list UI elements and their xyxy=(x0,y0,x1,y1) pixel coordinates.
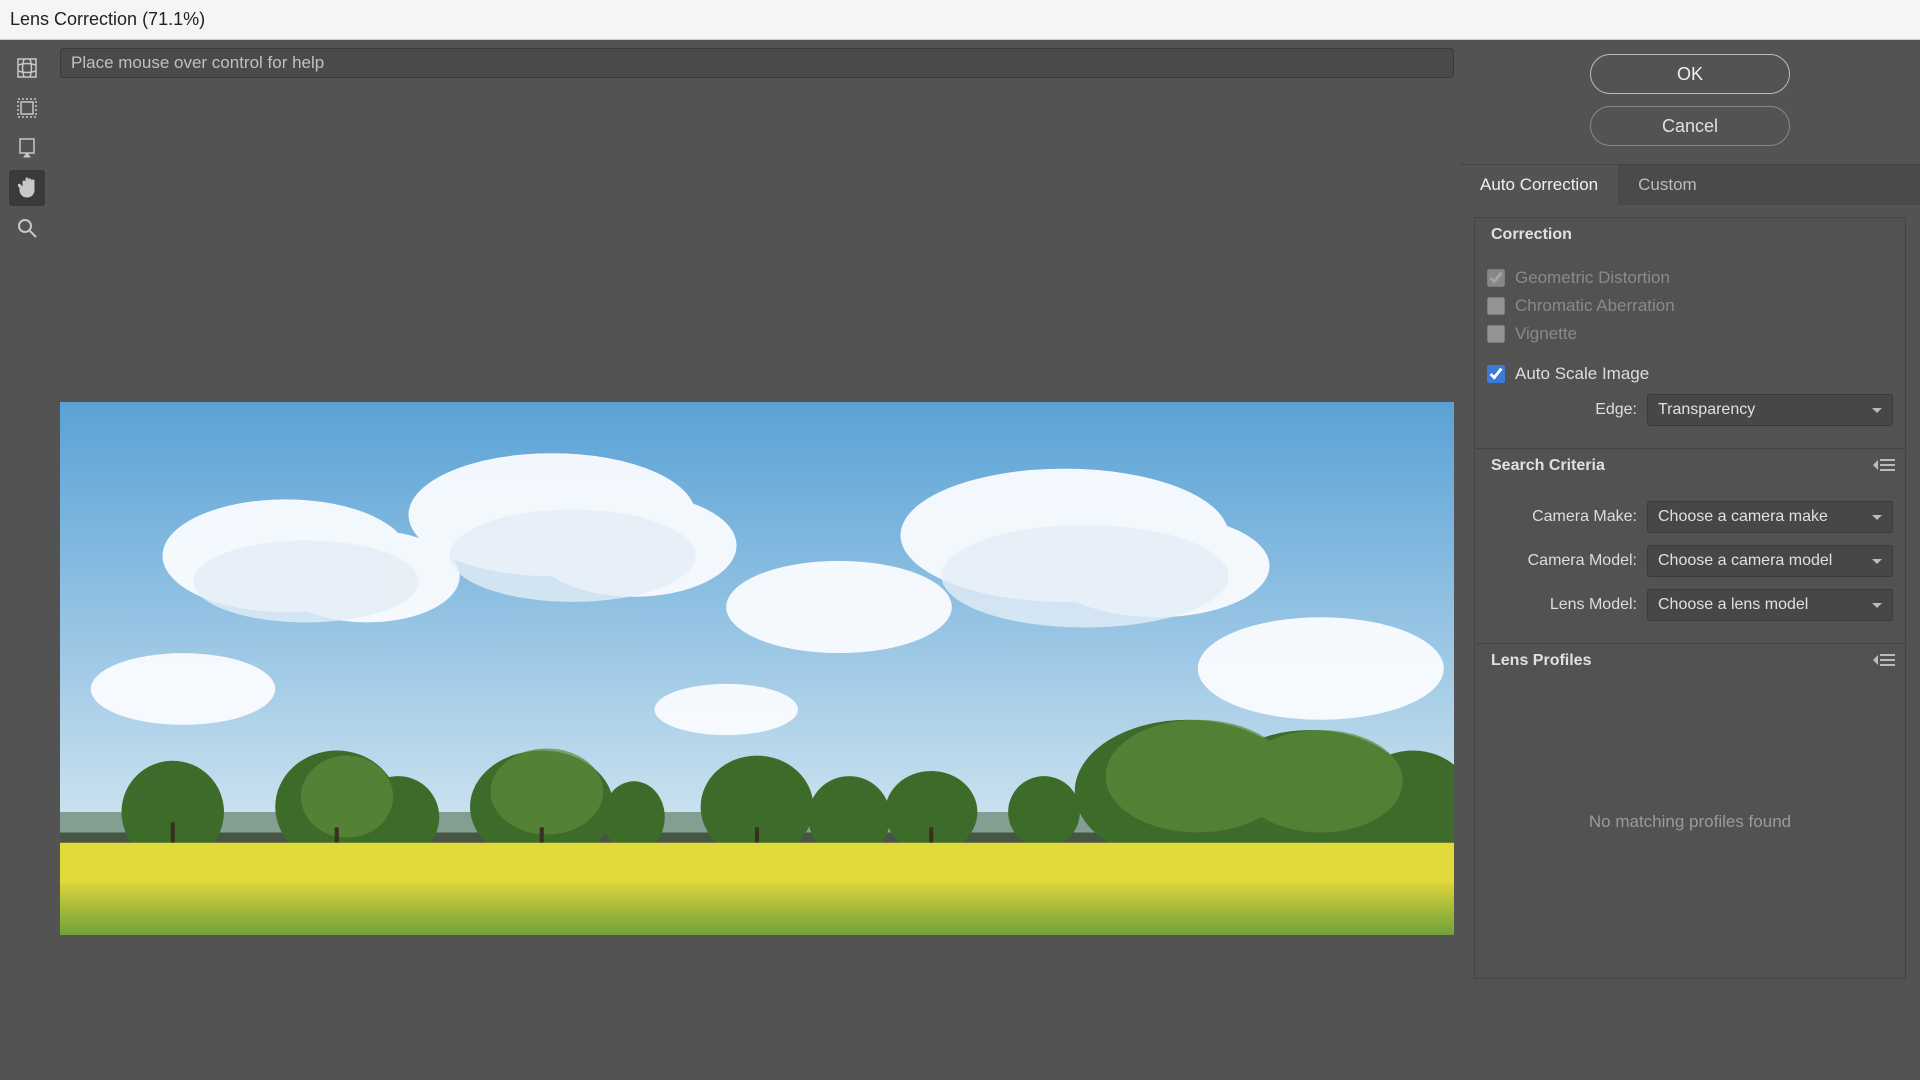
straighten-icon xyxy=(15,96,39,120)
camera-model-label: Camera Model: xyxy=(1487,552,1637,570)
auto-scale-checkbox[interactable] xyxy=(1487,365,1505,383)
main-layout: Place mouse over control for help xyxy=(0,40,1920,1080)
profiles-empty: No matching profiles found xyxy=(1487,682,1893,962)
camera-model-row: Camera Model: Choose a camera model xyxy=(1487,539,1893,583)
geometric-distortion-row: Geometric Distortion xyxy=(1487,264,1893,292)
lens-model-row: Lens Model: Choose a lens model xyxy=(1487,583,1893,627)
camera-make-row: Camera Make: Choose a camera make xyxy=(1487,495,1893,539)
chromatic-aberration-label: Chromatic Aberration xyxy=(1515,296,1675,316)
tool-strip xyxy=(0,40,54,1080)
window-title: Lens Correction (71.1%) xyxy=(10,9,205,30)
lens-model-select[interactable]: Choose a lens model xyxy=(1647,589,1893,621)
correction-title: Correction xyxy=(1487,226,1576,244)
chromatic-aberration-row: Chromatic Aberration xyxy=(1487,292,1893,320)
landscape-preview-icon xyxy=(60,402,1454,935)
flyout-menu-icon xyxy=(1873,457,1895,473)
move-grid-tool[interactable] xyxy=(9,130,45,166)
profiles-title: Lens Profiles xyxy=(1487,652,1595,670)
remove-distortion-tool[interactable] xyxy=(9,50,45,86)
cancel-button[interactable]: Cancel xyxy=(1590,106,1790,146)
move-grid-icon xyxy=(15,136,39,160)
hand-tool[interactable] xyxy=(9,170,45,206)
dialog-buttons: OK Cancel xyxy=(1460,54,1920,164)
tab-auto-label: Auto Correction xyxy=(1480,175,1598,194)
hand-icon xyxy=(15,176,39,200)
search-criteria-section: Search Criteria Camera Make: Choose a ca… xyxy=(1474,449,1906,644)
edge-label: Edge: xyxy=(1487,401,1637,419)
image-canvas[interactable] xyxy=(60,402,1454,935)
tab-custom[interactable]: Custom xyxy=(1618,165,1717,205)
auto-scale-label: Auto Scale Image xyxy=(1515,364,1649,384)
search-title: Search Criteria xyxy=(1487,457,1609,475)
straighten-tool[interactable] xyxy=(9,90,45,126)
edge-select[interactable]: Transparency xyxy=(1647,394,1893,426)
lens-model-label: Lens Model: xyxy=(1487,596,1637,614)
auto-scale-row[interactable]: Auto Scale Image xyxy=(1487,360,1893,388)
preview-area: Place mouse over control for help xyxy=(54,40,1460,1080)
camera-make-select[interactable]: Choose a camera make xyxy=(1647,501,1893,533)
tab-custom-label: Custom xyxy=(1638,175,1697,194)
tabs: Auto Correction Custom xyxy=(1460,164,1920,205)
geometric-distortion-label: Geometric Distortion xyxy=(1515,268,1670,288)
magnifier-icon xyxy=(15,216,39,240)
settings-panel: OK Cancel Auto Correction Custom Correct… xyxy=(1460,40,1920,1080)
canvas-wrap xyxy=(60,94,1454,1072)
tab-auto-correction[interactable]: Auto Correction xyxy=(1460,165,1618,205)
edge-row: Edge: Transparency xyxy=(1487,388,1893,432)
camera-model-select[interactable]: Choose a camera model xyxy=(1647,545,1893,577)
camera-model-value: Choose a camera model xyxy=(1658,552,1832,569)
ok-button[interactable]: OK xyxy=(1590,54,1790,94)
profiles-empty-text: No matching profiles found xyxy=(1589,812,1791,832)
geometric-distortion-checkbox xyxy=(1487,269,1505,287)
edge-value: Transparency xyxy=(1658,401,1755,418)
vignette-label: Vignette xyxy=(1515,324,1577,344)
vignette-checkbox xyxy=(1487,325,1505,343)
help-text: Place mouse over control for help xyxy=(71,53,324,73)
zoom-tool[interactable] xyxy=(9,210,45,246)
grid-distort-icon xyxy=(15,56,39,80)
profiles-menu-button[interactable] xyxy=(1873,652,1895,668)
correction-section: Correction Geometric Distortion Chromati… xyxy=(1474,217,1906,449)
ok-label: OK xyxy=(1677,64,1703,85)
title-bar: Lens Correction (71.1%) xyxy=(0,0,1920,40)
camera-make-label: Camera Make: xyxy=(1487,508,1637,526)
chromatic-aberration-checkbox xyxy=(1487,297,1505,315)
camera-make-value: Choose a camera make xyxy=(1658,508,1828,525)
help-bar: Place mouse over control for help xyxy=(60,48,1454,78)
panel-body: Correction Geometric Distortion Chromati… xyxy=(1460,205,1920,1080)
cancel-label: Cancel xyxy=(1662,116,1718,137)
lens-model-value: Choose a lens model xyxy=(1658,596,1808,613)
search-menu-button[interactable] xyxy=(1873,457,1895,473)
lens-profiles-section: Lens Profiles No matching profiles found xyxy=(1474,644,1906,979)
vignette-row: Vignette xyxy=(1487,320,1893,348)
flyout-menu-icon xyxy=(1873,652,1895,668)
